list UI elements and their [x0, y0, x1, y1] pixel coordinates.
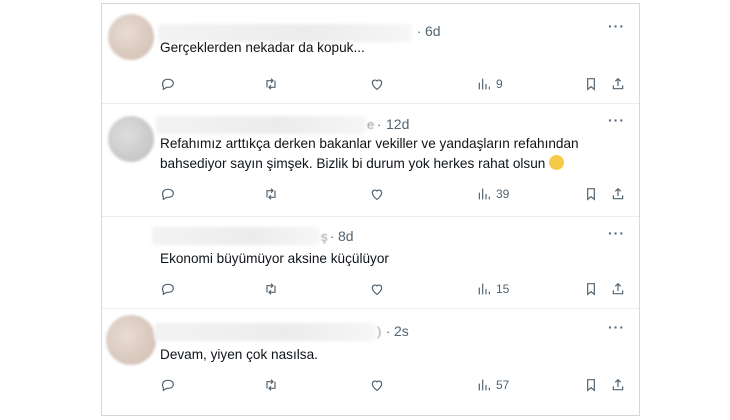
bookmark-icon: [587, 283, 595, 296]
timestamp[interactable]: 6d: [425, 23, 441, 39]
like-button[interactable]: [369, 375, 385, 395]
retweet-icon: [266, 188, 276, 200]
retweet-button[interactable]: [263, 74, 279, 94]
share-button[interactable]: [610, 74, 626, 94]
views-count: 57: [496, 378, 510, 392]
username-tail: ): [377, 324, 382, 339]
views-count: 15: [496, 282, 510, 296]
reply-button[interactable]: [160, 375, 176, 395]
views-button[interactable]: 15: [476, 279, 509, 299]
views-button[interactable]: 9: [476, 74, 503, 94]
reply-button[interactable]: [160, 74, 176, 94]
reply-item[interactable]: · 6d ··· Gerçeklerden nekadar da kopuk..…: [102, 4, 639, 104]
grinning-squinting-face-emoji: [549, 155, 565, 170]
reply-text: Ekonomi büyümüyor aksine küçülüyor: [160, 251, 389, 266]
reply-icon: [161, 379, 174, 392]
share-button[interactable]: [610, 184, 626, 204]
retweet-button[interactable]: [263, 375, 279, 395]
reply-item[interactable]: e · 12d ··· Refahımız arttıkça derken ba…: [102, 104, 639, 217]
views-button[interactable]: 57: [476, 375, 509, 395]
more-options-button[interactable]: ···: [608, 225, 625, 241]
action-bar: 39: [160, 184, 639, 204]
separator-dot: ·: [386, 324, 391, 339]
bookmark-icon: [587, 379, 595, 392]
views-icon: [478, 283, 490, 295]
blurred-username[interactable]: [156, 116, 366, 134]
more-options-button[interactable]: ···: [608, 319, 625, 335]
blurred-username[interactable]: [152, 227, 320, 245]
reply-icon: [161, 78, 174, 91]
reply-text: Refahımız arttıkça derken bakanlar vekil…: [160, 134, 609, 174]
bookmark-icon: [587, 188, 595, 201]
separator-dot: ·: [377, 117, 382, 132]
replies-panel: · 6d ··· Gerçeklerden nekadar da kopuk..…: [101, 3, 640, 416]
views-icon: [478, 78, 490, 90]
views-icon: [478, 379, 490, 391]
avatar[interactable]: [106, 315, 156, 365]
reply-item[interactable]: ) · 2s ··· Devam, yiyen çok nasılsa. 57: [102, 309, 639, 415]
bookmark-icon: [587, 78, 595, 91]
reply-button[interactable]: [160, 184, 176, 204]
separator-dot: ·: [417, 24, 422, 39]
reply-text: Devam, yiyen çok nasılsa.: [160, 347, 318, 362]
username-tail: ş: [321, 229, 328, 244]
timestamp[interactable]: 12d: [386, 116, 409, 132]
like-button[interactable]: [369, 279, 385, 299]
like-button[interactable]: [369, 184, 385, 204]
bookmark-button[interactable]: [583, 279, 599, 299]
more-options-button[interactable]: ···: [608, 18, 625, 34]
timestamp[interactable]: 2s: [394, 323, 409, 339]
retweet-icon: [266, 78, 276, 90]
action-bar: 9: [160, 74, 639, 94]
views-count: 9: [496, 77, 503, 91]
like-icon: [371, 79, 383, 91]
avatar[interactable]: [108, 14, 154, 60]
more-options-button[interactable]: ···: [608, 112, 625, 128]
reply-text-content: Refahımız arttıkça derken bakanlar vekil…: [160, 136, 579, 171]
reply-text: Gerçeklerden nekadar da kopuk...: [160, 40, 365, 55]
reply-icon: [161, 188, 174, 201]
action-bar: 57: [160, 375, 639, 395]
reply-icon: [161, 283, 174, 296]
retweet-icon: [266, 379, 276, 391]
share-icon: [612, 378, 624, 391]
like-icon: [371, 189, 383, 201]
bookmark-button[interactable]: [583, 74, 599, 94]
views-button[interactable]: 39: [476, 184, 509, 204]
bookmark-button[interactable]: [583, 375, 599, 395]
views-icon: [478, 188, 490, 200]
share-button[interactable]: [610, 279, 626, 299]
retweet-icon: [266, 283, 276, 295]
timestamp[interactable]: 8d: [338, 228, 354, 244]
share-icon: [612, 77, 624, 90]
retweet-button[interactable]: [263, 184, 279, 204]
like-icon: [371, 284, 383, 296]
share-icon: [612, 187, 624, 200]
blurred-username[interactable]: [154, 323, 376, 341]
bookmark-button[interactable]: [583, 184, 599, 204]
avatar[interactable]: [108, 116, 154, 162]
like-icon: [371, 380, 383, 392]
reply-item[interactable]: ş · 8d ··· Ekonomi büyümüyor aksine küçü…: [102, 217, 639, 309]
separator-dot: ·: [330, 229, 335, 244]
username-tail: e: [367, 117, 375, 132]
share-button[interactable]: [610, 375, 626, 395]
retweet-button[interactable]: [263, 279, 279, 299]
action-bar: 15: [160, 279, 639, 299]
views-count: 39: [496, 187, 510, 201]
reply-button[interactable]: [160, 279, 176, 299]
like-button[interactable]: [369, 74, 385, 94]
share-icon: [612, 282, 624, 295]
